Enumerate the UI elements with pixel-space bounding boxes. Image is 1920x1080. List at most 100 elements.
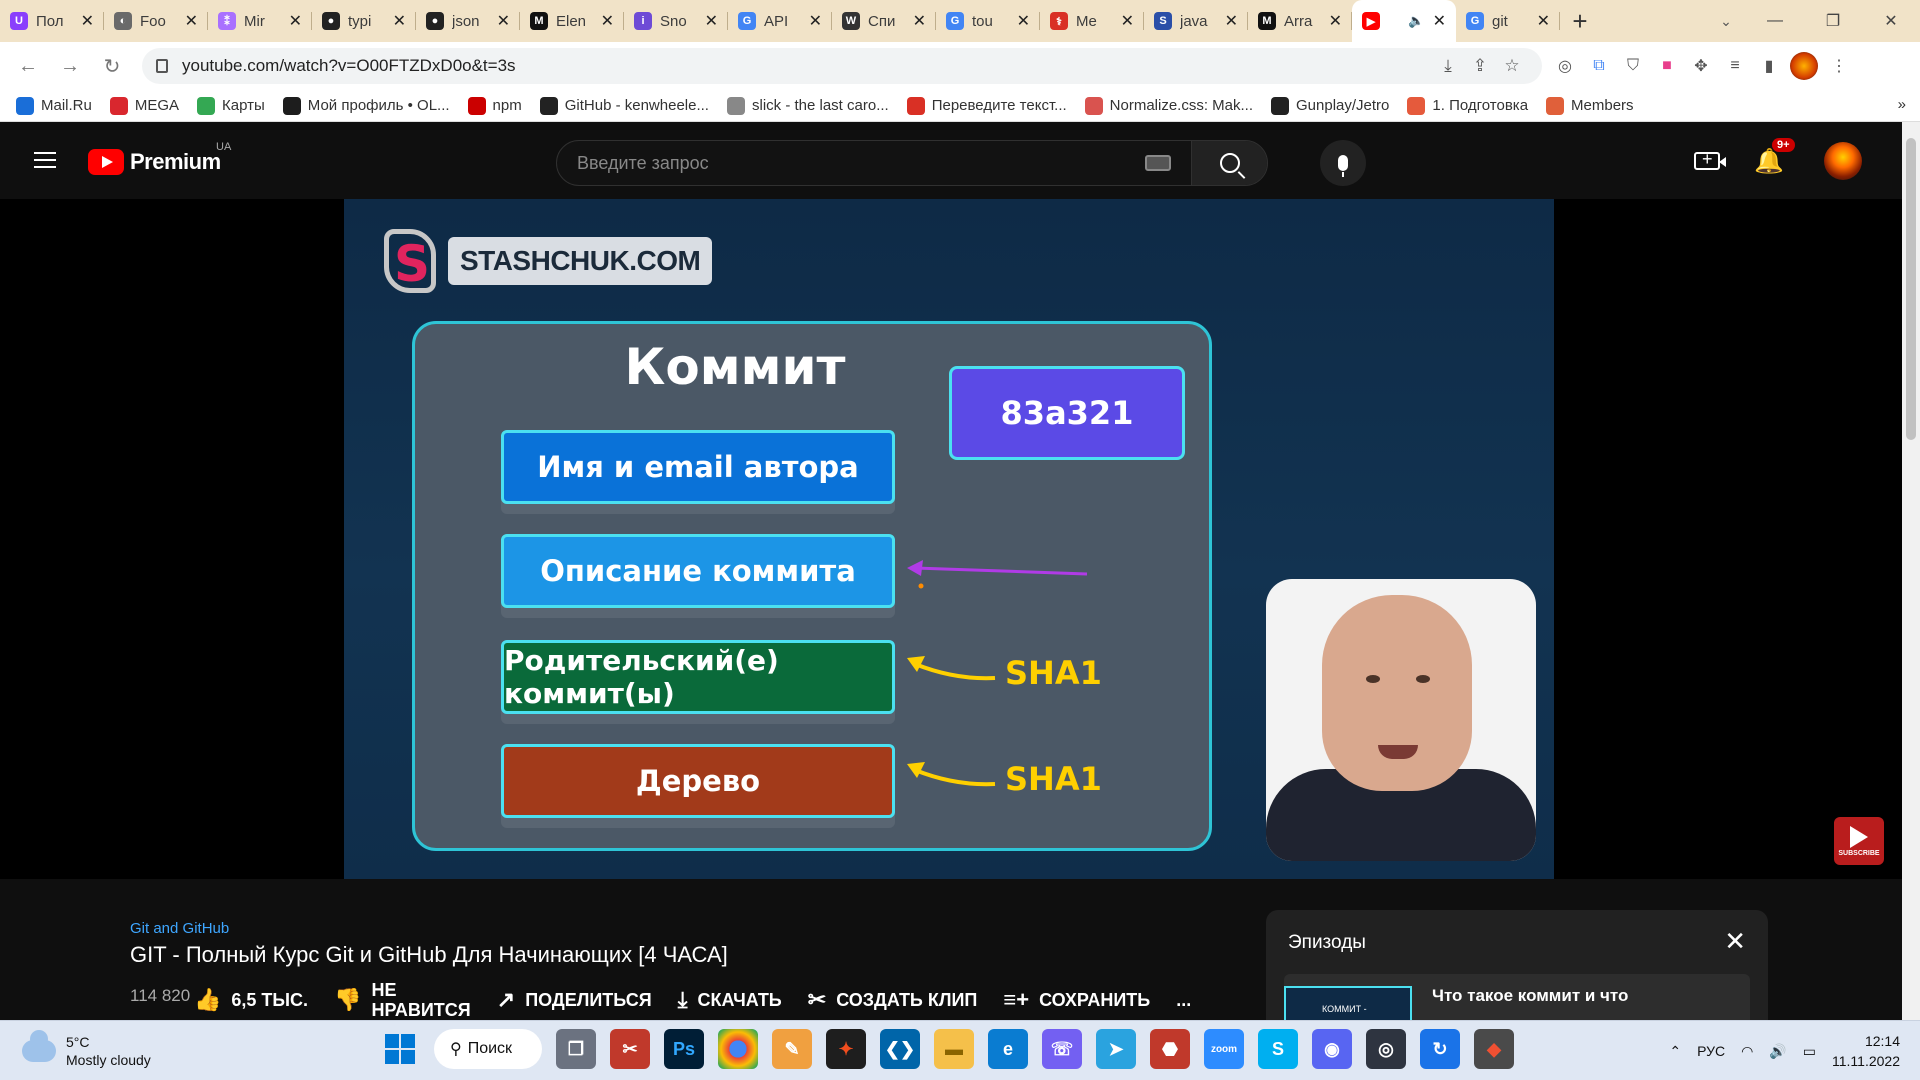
tab-close-icon[interactable]: ✕ <box>913 11 926 31</box>
bookmark-item[interactable]: 1. Подготовка <box>1407 96 1528 115</box>
search-input[interactable] <box>557 141 1145 185</box>
language-indicator[interactable]: РУС <box>1697 1043 1725 1059</box>
tab-close-icon[interactable]: ✕ <box>1225 11 1238 31</box>
menu-kebab-icon[interactable]: ⋮ <box>1826 53 1852 79</box>
bookmark-item[interactable]: slick - the last caro... <box>726 96 889 115</box>
notifications-button[interactable]: 🔔 9+ <box>1752 138 1795 178</box>
bookmark-item[interactable]: npm <box>467 96 522 115</box>
search-button[interactable] <box>1191 141 1267 185</box>
tab-close-icon[interactable]: ✕ <box>705 11 718 31</box>
lock-icon[interactable] <box>156 59 168 73</box>
browser-tab-3[interactable]: ● typi ✕ <box>312 0 416 42</box>
tab-close-icon[interactable]: ✕ <box>185 11 198 31</box>
bookmark-item[interactable]: Members <box>1546 96 1634 115</box>
shield-extension-icon[interactable]: ⛉ <box>1620 53 1646 79</box>
wifi-icon[interactable]: ◠ <box>1741 1043 1753 1060</box>
bookmark-item[interactable]: Gunplay/Jetro <box>1271 96 1389 115</box>
browser-tab-2[interactable]: ⁑ Mir ✕ <box>208 0 312 42</box>
new-tab-icon[interactable]: + <box>1560 0 1600 42</box>
browser-tab-6[interactable]: i Sno ✕ <box>624 0 728 42</box>
restore-icon[interactable]: ❐ <box>1804 0 1862 42</box>
battery-icon[interactable]: ▭ <box>1803 1043 1816 1060</box>
browser-tab-10[interactable]: ⚕ Me ✕ <box>1040 0 1144 42</box>
bookmark-item[interactable]: Мой профиль • OL... <box>282 96 450 115</box>
browser-tab-1[interactable]: ◐ Foo ✕ <box>104 0 208 42</box>
dislike-button[interactable]: 👎 НЕ НРАВИТСЯ <box>334 980 471 1020</box>
minimize-icon[interactable]: — <box>1746 0 1804 42</box>
snipping-tool-icon[interactable]: ✂ <box>610 1029 650 1069</box>
browser-tab-12[interactable]: M Arra ✕ <box>1248 0 1352 42</box>
tab-close-icon[interactable]: ✕ <box>1017 11 1030 31</box>
tab-close-icon[interactable]: ✕ <box>1537 11 1550 31</box>
skype-icon[interactable]: S <box>1258 1029 1298 1069</box>
clock[interactable]: 12:14 11.11.2022 <box>1832 1031 1900 1071</box>
tab-close-icon[interactable]: ✕ <box>497 11 510 31</box>
bookmark-item[interactable]: MEGA <box>109 96 179 115</box>
playlist-link[interactable]: Git and GitHub <box>130 920 229 937</box>
reload-icon[interactable]: ↻ <box>92 46 132 86</box>
paint-app-icon[interactable]: ✎ <box>772 1029 812 1069</box>
bookmark-item[interactable]: Mail.Ru <box>16 96 92 115</box>
clip-button[interactable]: ✂ СОЗДАТЬ КЛИП <box>808 987 978 1013</box>
browser-tab-9[interactable]: Gtou ✕ <box>936 0 1040 42</box>
zoom-icon[interactable]: zoom <box>1204 1029 1244 1069</box>
chrome-icon[interactable] <box>718 1029 758 1069</box>
tab-close-icon[interactable]: ✕ <box>1121 11 1134 31</box>
screenshot-extension-icon[interactable]: ◎ <box>1552 53 1578 79</box>
browser-tab-5[interactable]: M Elen ✕ <box>520 0 624 42</box>
url-text[interactable]: youtube.com/watch?v=O00FTZDxD0o&t=3s <box>182 56 1432 76</box>
guide-menu-icon[interactable] <box>34 152 56 168</box>
address-bar[interactable]: youtube.com/watch?v=O00FTZDxD0o&t=3s ⤓ ⇪… <box>142 48 1542 84</box>
vpn-app-icon[interactable]: ◎ <box>1366 1029 1406 1069</box>
back-icon[interactable]: ← <box>8 46 48 86</box>
taskbar-search[interactable]: ⚲ Поиск <box>434 1029 542 1069</box>
install-icon[interactable]: ⤓ <box>1432 56 1464 76</box>
browser-tab-4[interactable]: ● json ✕ <box>416 0 520 42</box>
viber-icon[interactable]: ☏ <box>1042 1029 1082 1069</box>
discord-icon[interactable]: ◉ <box>1312 1029 1352 1069</box>
media-queue-icon[interactable]: ≡ <box>1722 53 1748 79</box>
forward-icon[interactable]: → <box>50 46 90 86</box>
photoshop-icon[interactable]: Ps <box>664 1029 704 1069</box>
gradient-extension-icon[interactable]: ■ <box>1654 53 1680 79</box>
figma-icon[interactable]: ✦ <box>826 1029 866 1069</box>
edge-icon[interactable]: e <box>988 1029 1028 1069</box>
tab-close-icon[interactable]: ✕ <box>81 11 94 31</box>
like-button[interactable]: 👍 6,5 ТЫС. <box>194 987 308 1013</box>
browser-tab-7[interactable]: G API ✕ <box>728 0 832 42</box>
account-avatar[interactable] <box>1824 142 1862 180</box>
side-panel-icon[interactable]: ▮ <box>1756 53 1782 79</box>
tab-close-icon[interactable]: ✕ <box>289 11 302 31</box>
volume-icon[interactable]: 🔊 <box>1769 1043 1786 1060</box>
tab-close-icon[interactable]: ✕ <box>809 11 822 31</box>
bookmark-item[interactable]: Normalize.css: Mak... <box>1084 96 1253 115</box>
translate-extension-icon[interactable]: ⧉ <box>1586 53 1612 79</box>
youtube-premium-logo[interactable]: Premium UA <box>88 141 231 175</box>
tab-close-icon[interactable]: ✕ <box>1329 11 1342 31</box>
page-scrollbar[interactable] <box>1902 122 1920 1022</box>
browser-tab-0[interactable]: U Пол ✕ <box>0 0 104 42</box>
bookmarks-overflow-icon[interactable]: » <box>1898 96 1906 113</box>
weather-widget[interactable]: 5°C Mostly cloudy <box>22 1030 151 1069</box>
bookmark-star-icon[interactable]: ☆ <box>1496 56 1528 76</box>
vscode-icon[interactable]: ❮❯ <box>880 1029 920 1069</box>
close-icon[interactable]: ✕ <box>1724 926 1746 957</box>
game-app-icon[interactable]: ⬣ <box>1150 1029 1190 1069</box>
task-view-icon[interactable]: ❐ <box>556 1029 596 1069</box>
tab-search-icon[interactable]: ⌄ <box>1706 0 1746 42</box>
browser-tab-8[interactable]: W Спи ✕ <box>832 0 936 42</box>
browser-tab-11[interactable]: Sjava ✕ <box>1144 0 1248 42</box>
browser-tab-14[interactable]: Ggit ✕ <box>1456 0 1560 42</box>
chevron-up-icon[interactable]: ⌃ <box>1669 1043 1681 1060</box>
puzzle-extensions-icon[interactable]: ✥ <box>1688 53 1714 79</box>
save-button[interactable]: ≡+ СОХРАНИТЬ <box>1003 987 1150 1013</box>
bookmark-item[interactable]: GitHub - kenwheele... <box>539 96 709 115</box>
subscribe-watermark[interactable]: SUBSCRIBE <box>1834 817 1884 865</box>
keyboard-icon[interactable] <box>1145 155 1171 171</box>
file-explorer-icon[interactable]: ▬ <box>934 1029 974 1069</box>
browser-tab-13[interactable]: ▶ 🔈 ✕ <box>1352 0 1456 42</box>
tab-close-icon[interactable]: ✕ <box>601 11 614 31</box>
git-client-icon[interactable]: ◆ <box>1474 1029 1514 1069</box>
more-actions-button[interactable]: ... <box>1176 990 1191 1011</box>
video-player-area[interactable]: S STASHCHUK.COM Коммит 83a321 Имя и emai… <box>0 199 1902 879</box>
